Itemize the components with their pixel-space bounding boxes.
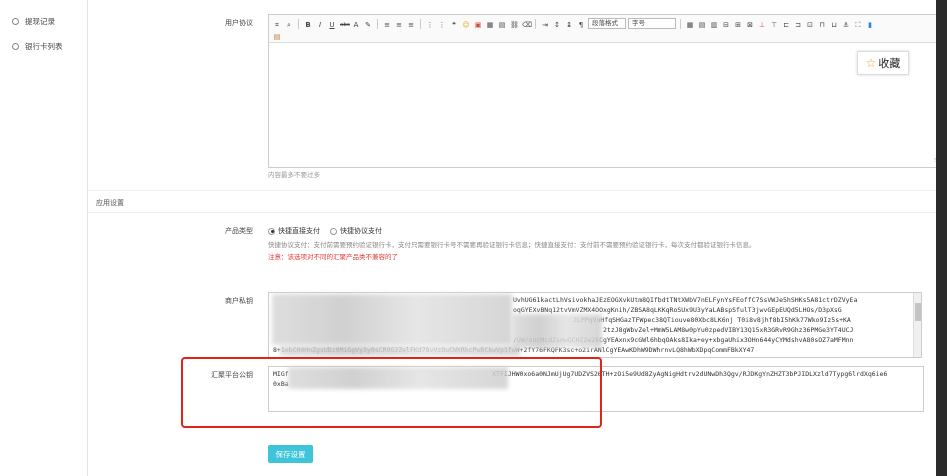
direction-icon[interactable]: ¶ xyxy=(576,19,586,29)
table-col-icon[interactable]: ▥ xyxy=(709,19,719,29)
table-delete-icon[interactable]: ⊟ xyxy=(721,19,731,29)
save-icon[interactable]: ▤ xyxy=(497,19,507,29)
emoji-icon[interactable]: ☺ xyxy=(461,19,471,29)
highlight-icon[interactable]: ✎ xyxy=(363,19,373,29)
sidebar-item-bank-cards[interactable]: 银行卡列表 xyxy=(12,40,63,52)
product-type-description: 快捷协议支付：支付前需要预约验证银行卡，支付只需要银行卡号不需要再验证银行卡信息… xyxy=(268,241,756,249)
align-right-icon[interactable]: ≡ xyxy=(406,19,416,29)
bold-icon[interactable]: B xyxy=(303,19,313,29)
sidebar-item-label: 银行卡列表 xyxy=(25,41,63,51)
scroll-thumb[interactable] xyxy=(915,303,921,321)
split-cells-icon[interactable]: ⊠ xyxy=(745,19,755,29)
merge-cells-icon[interactable]: ⊞ xyxy=(733,19,743,29)
source-code-icon[interactable]: ⌗ xyxy=(272,19,282,29)
unordered-list-icon[interactable]: ⋮ xyxy=(437,19,447,29)
table-row-icon[interactable]: ▤ xyxy=(697,19,707,29)
toolbar-divider xyxy=(680,18,681,29)
fullscreen-icon[interactable]: ⛶ xyxy=(853,19,863,29)
favorite-button[interactable]: ☆ 收藏 xyxy=(857,51,909,75)
textarea-scrollbar[interactable] xyxy=(913,293,921,357)
font-color-icon[interactable]: A xyxy=(351,19,361,29)
section-title: 应用设置 xyxy=(96,199,124,207)
star-icon: ☆ xyxy=(865,56,877,70)
eraser-icon[interactable]: ⌫ xyxy=(521,19,532,29)
align-left-icon[interactable]: ≡ xyxy=(382,19,392,29)
row-after-icon[interactable]: ⊐ xyxy=(793,19,803,29)
radio-label: 快捷直接支付 xyxy=(278,227,320,235)
radio-checked-icon xyxy=(268,227,275,235)
image-icon[interactable]: ▣ xyxy=(473,19,483,29)
sidebar: 提现记录 银行卡列表 xyxy=(0,0,88,476)
drafts-icon[interactable]: ▤ xyxy=(272,31,282,41)
font-size-select[interactable]: 字号 xyxy=(628,18,676,29)
merchant-key-label: 商户私钥 xyxy=(225,297,253,305)
favorite-label: 收藏 xyxy=(878,57,901,70)
highlight-box xyxy=(181,357,602,428)
product-type-radio-group: 快捷直接支付 快捷协议支付 xyxy=(268,226,382,236)
cell-align-icon[interactable]: ⊓ xyxy=(817,19,827,29)
toolbar-divider xyxy=(535,18,536,29)
agreement-editor[interactable]: ⌗ ⌕ B I U abc A ✎ ≡ ≡ ≡ ⋮ ⋮ ❝ ☺ ▣ ▦ ▤ ⛓ … xyxy=(268,14,944,168)
toolbar-divider xyxy=(420,18,421,29)
circle-icon xyxy=(12,17,19,25)
redacted-block xyxy=(512,314,602,348)
table-props-icon[interactable]: ⊡ xyxy=(805,19,815,29)
toolbar-divider xyxy=(377,18,378,29)
redacted-block xyxy=(280,346,520,356)
cell-props-icon[interactable]: ⊔ xyxy=(829,19,839,29)
radio-direct-pay[interactable]: 快捷直接支付 xyxy=(268,226,320,236)
search-icon[interactable]: ⌕ xyxy=(284,19,294,29)
link-icon[interactable]: ⛓ xyxy=(509,19,519,29)
circle-icon xyxy=(12,42,19,50)
quote-icon[interactable]: ❝ xyxy=(449,19,459,29)
italic-icon[interactable]: I xyxy=(315,19,325,29)
strikethrough-icon[interactable]: abc xyxy=(339,19,350,29)
radio-label: 快捷协议支付 xyxy=(340,227,382,235)
radio-protocol-pay[interactable]: 快捷协议支付 xyxy=(330,226,382,236)
toolbar-divider xyxy=(298,18,299,29)
anchor-icon[interactable]: ⚓ xyxy=(841,19,851,29)
radio-unchecked-icon xyxy=(330,227,337,235)
redacted-block xyxy=(272,294,512,345)
editor-hint: 内容最多不要过多 xyxy=(268,171,320,179)
sidebar-item-withdraw-records[interactable]: 提现记录 xyxy=(12,15,55,27)
save-settings-button[interactable]: 保存设置 xyxy=(268,445,313,463)
page-scrollbar[interactable] xyxy=(936,0,947,476)
row-before-icon[interactable]: ⊏ xyxy=(781,19,791,29)
delete-col-icon[interactable]: ⊥ xyxy=(757,19,767,29)
line-height-icon[interactable]: ↕ xyxy=(552,19,562,29)
product-type-label: 产品类型 xyxy=(225,227,253,235)
table-insert-icon[interactable]: ▦ xyxy=(685,19,695,29)
align-center-icon[interactable]: ≡ xyxy=(394,19,404,29)
underline-icon[interactable]: U xyxy=(327,19,337,29)
indent-icon[interactable]: ⇥ xyxy=(540,19,550,29)
table-icon[interactable]: ▦ xyxy=(485,19,495,29)
sidebar-item-label: 提现记录 xyxy=(25,16,55,26)
insert-col-icon[interactable]: ⊤ xyxy=(769,19,779,29)
spacing-icon[interactable]: ↨ xyxy=(564,19,574,29)
editor-toolbar: ⌗ ⌕ B I U abc A ✎ ≡ ≡ ≡ ⋮ ⋮ ❝ ☺ ▣ ▦ ▤ ⛓ … xyxy=(269,15,943,43)
product-type-warning: 注意：该选项对不同的汇聚产品类不兼容的了 xyxy=(268,253,398,261)
attachment-icon[interactable]: ▮ xyxy=(865,19,875,29)
agreement-label: 用户协议 xyxy=(225,19,253,27)
section-divider xyxy=(88,212,936,213)
paragraph-format-select[interactable]: 段落格式 xyxy=(588,18,626,29)
ordered-list-icon[interactable]: ⋮ xyxy=(425,19,435,29)
section-divider xyxy=(88,190,936,191)
